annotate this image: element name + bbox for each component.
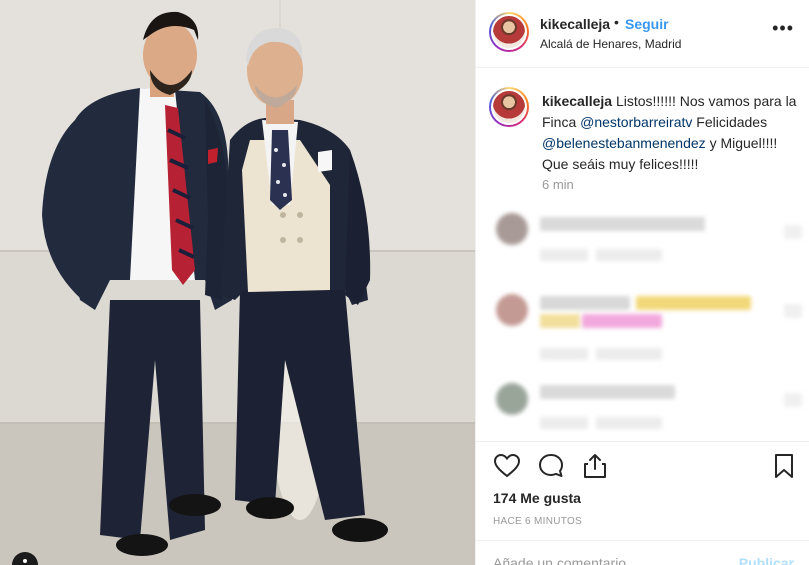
comment-like-icon[interactable] [784,393,802,407]
caption-time: 6 min [542,177,574,192]
post-comment-button[interactable]: Publicar [739,555,794,565]
mention-link[interactable]: @nestorbarreiratv [580,114,692,130]
comments-list [476,205,809,440]
follow-button[interactable]: Seguir [625,16,669,32]
comment-input[interactable] [493,555,713,565]
commenter-avatar [496,294,528,326]
commenter-avatar [496,383,528,415]
header-username[interactable]: kikecalleja [540,16,610,32]
caption-text: kikecalleja Listos!!!!!! Nos vamos para … [542,91,800,175]
blurred-comment-text [540,217,705,231]
blurred-comment-text [540,385,675,399]
comment-icon[interactable] [537,452,565,480]
caption-username[interactable]: kikecalleja [542,93,612,109]
blurred-comment-text [540,296,630,310]
add-comment-bar: Publicar [476,540,809,565]
post-photo[interactable] [0,0,475,565]
share-icon[interactable] [581,452,609,480]
avatar-image [491,89,527,125]
blurred-comment-meta [540,249,588,261]
post-timestamp: HACE 6 MINUTOS [493,516,583,527]
bookmark-icon[interactable] [770,452,798,480]
blurred-comment-meta [540,417,588,429]
avatar[interactable] [489,12,529,52]
blurred-comment-meta [540,348,588,360]
list-item [476,290,809,375]
blurred-comment-meta [596,417,662,429]
avatar-image [491,14,527,50]
comment-like-icon[interactable] [784,225,802,239]
post-header: kikecalleja • Seguir Alcalá de Henares, … [476,0,809,68]
post-panel: kikecalleja • Seguir Alcalá de Henares, … [475,0,809,565]
more-options-icon[interactable]: ••• [772,18,794,39]
heart-icon[interactable] [493,452,521,480]
commenter-avatar [496,213,528,245]
blurred-comment-text [636,296,751,310]
location-link[interactable]: Alcalá de Henares, Madrid [540,37,681,51]
photo-illustration [0,0,475,565]
mention-link[interactable]: @belenestebanmenendez [542,135,706,151]
header-separator: • [614,14,619,30]
blurred-comment-text [540,314,580,328]
caption-avatar[interactable] [489,87,529,127]
comment-like-icon[interactable] [784,304,802,318]
blurred-comment-meta [596,249,662,261]
action-bar [476,441,809,491]
blurred-comment-text [582,314,662,328]
blurred-comment-meta [596,348,662,360]
list-item [476,375,809,440]
list-item [476,205,809,290]
likes-count[interactable]: 174 Me gusta [493,490,581,506]
caption-part-2: Felicidades [696,114,768,130]
